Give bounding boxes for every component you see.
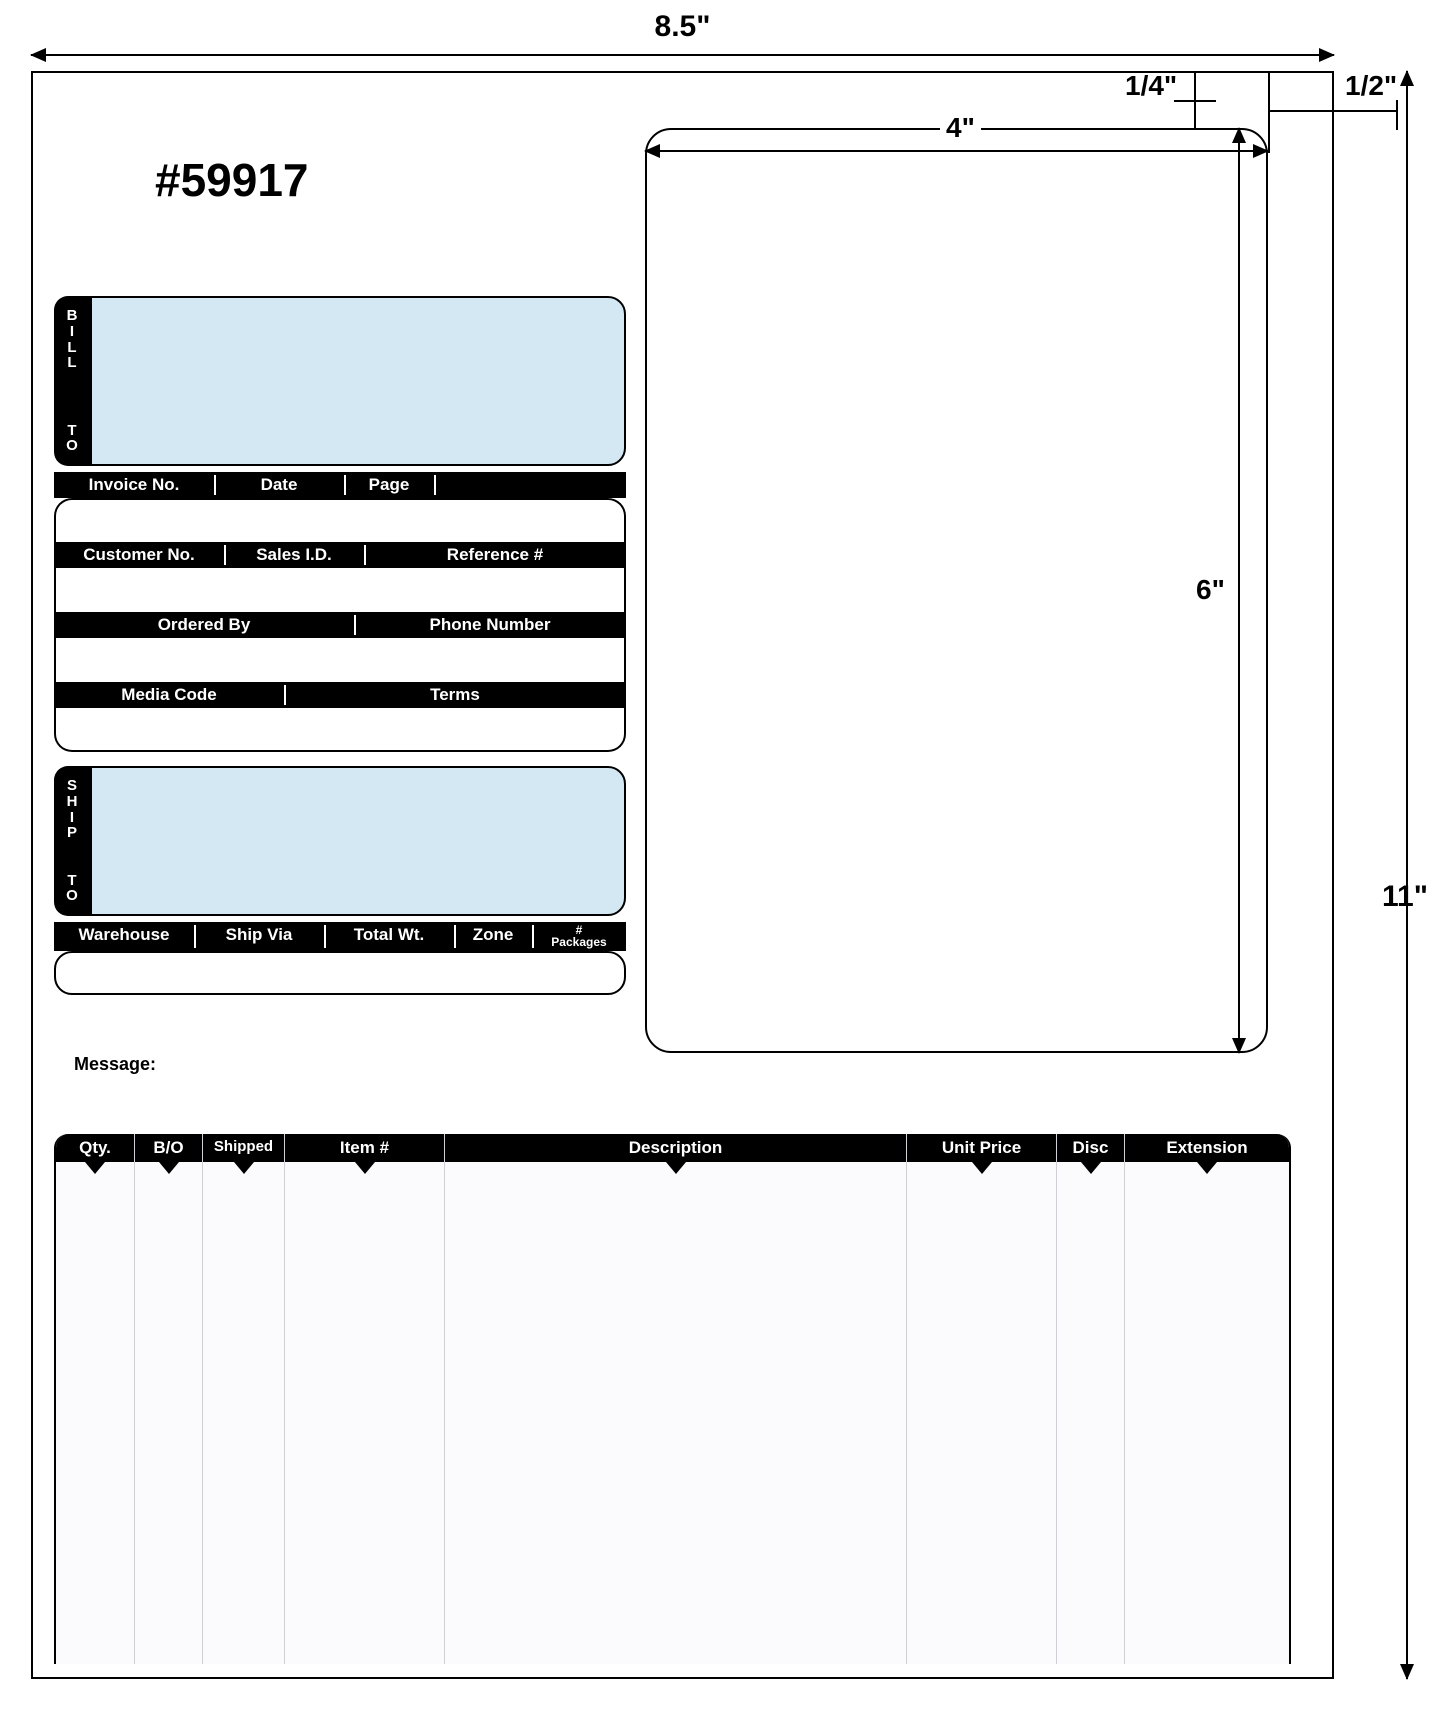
- hdr-packages: #Packages: [532, 922, 626, 951]
- row-ship-header: Warehouse Ship Via Total Wt. Zone #Packa…: [54, 922, 626, 951]
- hdr-date: Date: [214, 472, 344, 498]
- row-ship-values: [54, 951, 626, 995]
- message-label: Message:: [74, 1054, 156, 1075]
- form-left-column: BILL TO Invoice No. Date Page Customer N…: [54, 296, 626, 995]
- bill-to-address-box: [90, 296, 626, 466]
- hdr-page: Page: [344, 472, 434, 498]
- hdr-media-code: Media Code: [54, 682, 284, 708]
- row-ordered-header: Ordered By Phone Number: [54, 612, 626, 638]
- row-invoice-values: [54, 498, 626, 542]
- dimension-label-width: 4": [940, 112, 981, 144]
- ship-to-block: SHIP TO: [54, 766, 626, 916]
- hdr-packages-bottom: Packages: [551, 935, 606, 949]
- arrow-label-width: [645, 144, 1268, 158]
- arrow-label-height: [1232, 128, 1246, 1053]
- hdr-ordered-by: Ordered By: [54, 612, 354, 638]
- row-customer-header: Customer No. Sales I.D. Reference #: [54, 542, 626, 568]
- arrow-page-height: [1400, 71, 1414, 1679]
- arrow-page-width: [31, 48, 1334, 62]
- col-disc: Disc: [1057, 1134, 1124, 1162]
- col-bo: B/O: [135, 1134, 202, 1162]
- row-invoice-header: Invoice No. Date Page: [54, 472, 626, 498]
- row-media-header: Media Code Terms: [54, 682, 626, 708]
- hdr-zone: Zone: [454, 922, 532, 951]
- dimension-right-margin: 1/2": [1345, 70, 1397, 102]
- row-ordered-values: [54, 638, 626, 682]
- col-extension: Extension: [1125, 1134, 1289, 1162]
- form-number: #59917: [155, 153, 309, 207]
- row-media-values: [54, 708, 626, 752]
- ship-to-tab: SHIP TO: [54, 766, 90, 916]
- items-grid: Qty. B/O Shipped Item # Description Unit…: [54, 1134, 1291, 1664]
- hdr-blank1: [434, 472, 626, 498]
- col-qty: Qty.: [56, 1134, 134, 1162]
- hdr-terms: Terms: [284, 682, 626, 708]
- hdr-invoice-no: Invoice No.: [54, 472, 214, 498]
- hdr-customer-no: Customer No.: [54, 542, 224, 568]
- hdr-ship-via: Ship Via: [194, 922, 324, 951]
- dimension-top-margin: 1/4": [1125, 70, 1177, 102]
- bill-to-tab: BILL TO: [54, 296, 90, 466]
- hdr-reference: Reference #: [364, 542, 626, 568]
- col-unit-price: Unit Price: [907, 1134, 1056, 1162]
- hdr-sales-id: Sales I.D.: [224, 542, 364, 568]
- dimension-label-height: 6": [1190, 572, 1231, 608]
- hdr-phone: Phone Number: [354, 612, 626, 638]
- ship-to-address-box: [90, 766, 626, 916]
- hdr-warehouse: Warehouse: [54, 922, 194, 951]
- bill-to-block: BILL TO: [54, 296, 626, 466]
- col-description: Description: [445, 1134, 906, 1162]
- hdr-total-wt: Total Wt.: [324, 922, 454, 951]
- col-item-no: Item #: [285, 1134, 444, 1162]
- row-customer-values: [54, 568, 626, 612]
- col-shipped: Shipped: [203, 1134, 284, 1162]
- dimension-page-width: 8.5": [31, 10, 1334, 44]
- label-rectangle: [645, 128, 1268, 1053]
